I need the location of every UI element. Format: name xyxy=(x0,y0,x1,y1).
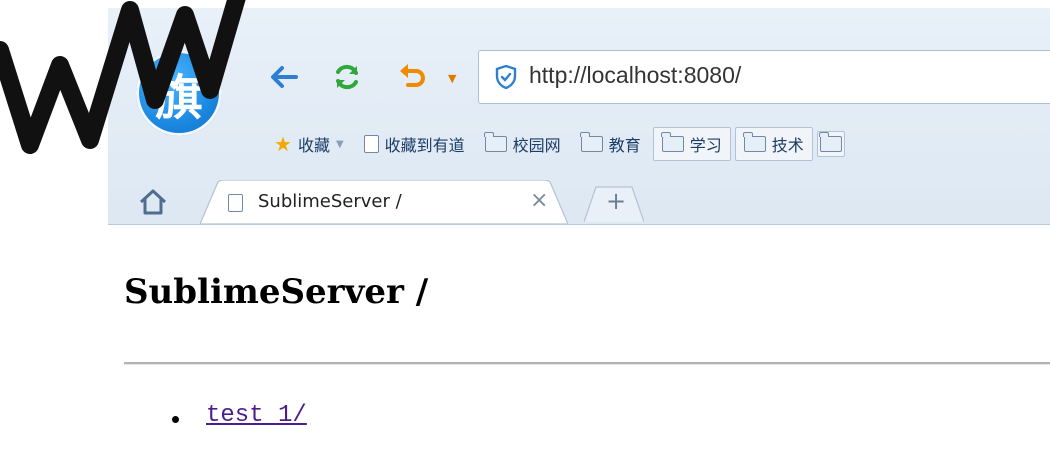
star-icon: ★ xyxy=(274,132,292,156)
folder-icon xyxy=(580,132,603,152)
bookmark-label: 收藏 xyxy=(297,136,330,155)
tab-sublimeserver[interactable]: SublimeServer / × xyxy=(200,180,568,224)
folder-icon xyxy=(743,132,766,152)
folder-icon xyxy=(484,132,507,152)
list-item: test 1/ xyxy=(172,402,307,429)
back-arrow-icon[interactable] xyxy=(266,60,300,94)
plus-icon: + xyxy=(606,187,627,215)
bookmark-folder-study[interactable]: 学习 xyxy=(652,127,731,161)
refresh-icon[interactable] xyxy=(330,60,364,94)
bookmark-folder-education[interactable]: 教育 xyxy=(573,128,649,160)
bookmark-folder-tech[interactable]: 技术 xyxy=(734,127,813,161)
bookmark-folder-more[interactable] xyxy=(816,131,845,157)
url-text[interactable]: http://localhost:8080/ xyxy=(529,62,741,89)
bookmark-label: 技术 xyxy=(771,136,804,155)
bookmark-folder-campus[interactable]: 校园网 xyxy=(477,128,569,160)
browser-logo[interactable]: 旗 xyxy=(136,50,222,136)
browser-chrome: 旗 ▼ http://localhost:8080/ ★ 收藏 ▼ 收藏到有道 … xyxy=(108,8,1050,225)
directory-list: test 1/ xyxy=(172,402,307,429)
directory-link[interactable]: test 1/ xyxy=(206,402,307,429)
undo-dropdown-icon[interactable]: ▼ xyxy=(448,72,456,85)
bookmark-favorites[interactable]: ★ 收藏 ▼ xyxy=(266,128,352,160)
horizontal-rule xyxy=(124,362,1050,365)
bookmark-label: 教育 xyxy=(608,136,641,155)
folder-icon xyxy=(819,132,842,152)
bookmark-label: 校园网 xyxy=(512,136,561,155)
page-icon xyxy=(228,194,243,212)
bookmark-label: 学习 xyxy=(689,136,722,155)
home-icon[interactable] xyxy=(138,188,168,216)
page-title: SublimeServer / xyxy=(124,272,429,312)
folder-icon xyxy=(661,132,684,152)
tab-title: SublimeServer / xyxy=(258,191,402,212)
undo-icon[interactable] xyxy=(396,60,430,94)
chevron-down-icon[interactable]: ▼ xyxy=(336,139,344,150)
close-icon[interactable]: × xyxy=(530,188,548,213)
page-icon xyxy=(363,135,379,153)
bookmark-save-youdao[interactable]: 收藏到有道 xyxy=(356,128,473,160)
bookmarks-bar: ★ 收藏 ▼ 收藏到有道 校园网 教育 学习 技术 xyxy=(266,126,849,162)
address-bar[interactable]: http://localhost:8080/ xyxy=(478,50,1050,104)
page-content: SublimeServer / test 1/ xyxy=(0,224,1050,462)
tab-strip: SublimeServer / × + xyxy=(108,178,1050,224)
bookmark-label: 收藏到有道 xyxy=(384,136,465,155)
new-tab-button[interactable]: + xyxy=(583,186,645,223)
shield-icon xyxy=(495,65,517,89)
